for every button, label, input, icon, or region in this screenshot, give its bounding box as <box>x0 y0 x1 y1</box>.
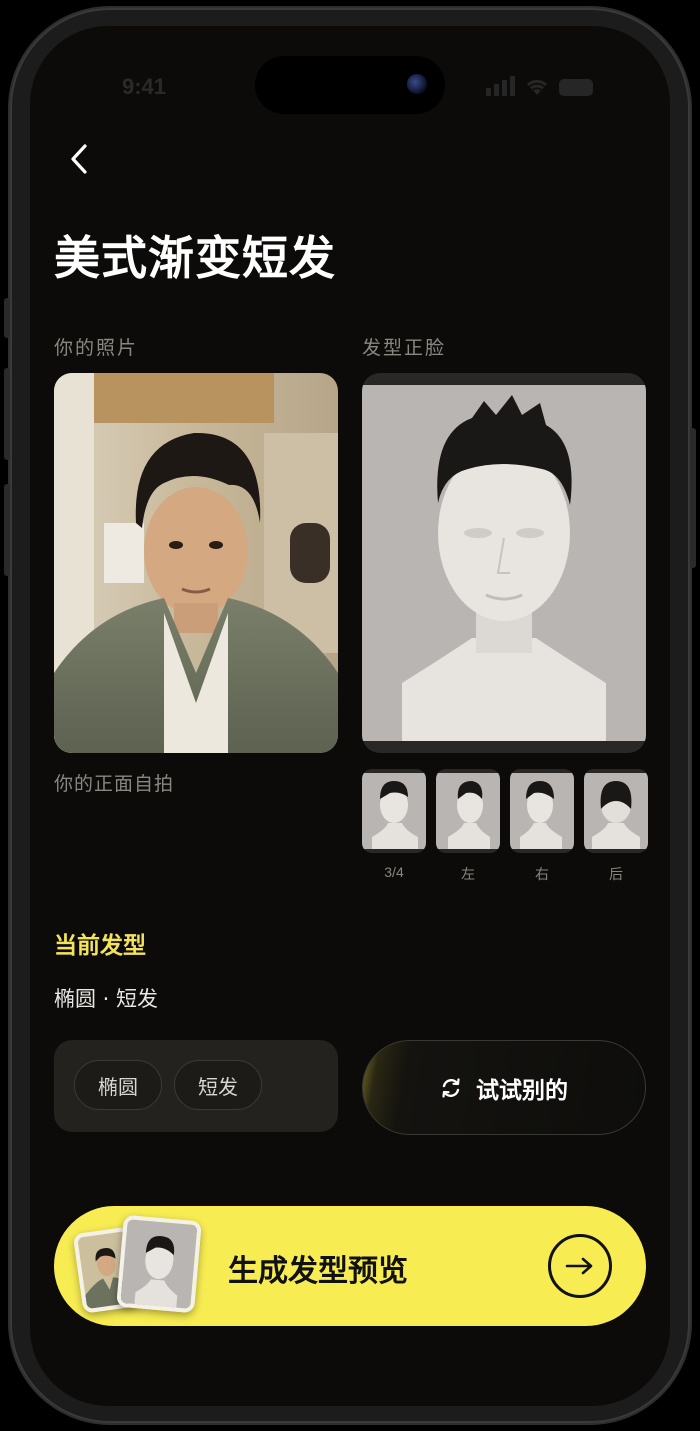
hairstyle-front-photo[interactable] <box>362 373 646 753</box>
wifi-icon <box>526 79 548 95</box>
bust-right-image <box>510 773 574 849</box>
dynamic-island <box>255 56 445 114</box>
battery-icon <box>559 79 593 96</box>
bust-three-quarter-image <box>362 773 426 849</box>
tag-face-shape[interactable]: 椭圆 <box>74 1060 162 1110</box>
back-button[interactable] <box>62 140 96 178</box>
bust-back-image <box>584 773 648 849</box>
hairstyle-front-image <box>362 385 646 741</box>
angle-label-right: 右 <box>535 866 549 882</box>
generate-preview-button[interactable]: 生成发型预览 <box>54 1206 646 1326</box>
status-time: 9:41 <box>122 74 167 99</box>
angle-thumb-left[interactable] <box>436 769 500 853</box>
hairstyle-mini-thumb <box>116 1214 202 1314</box>
your-photo-label: 你的照片 <box>54 337 139 359</box>
style-tags-panel: 椭圆 短发 <box>54 1040 338 1132</box>
angle-label-left: 左 <box>461 866 475 882</box>
angle-label-back: 后 <box>609 866 623 882</box>
angle-thumb-3-4[interactable] <box>362 769 426 853</box>
arrow-right-icon <box>548 1234 612 1298</box>
page-title: 美式渐变短发 <box>54 231 336 285</box>
hairstyle-front-label: 发型正脸 <box>362 337 447 359</box>
refresh-icon <box>442 1077 460 1098</box>
user-selfie-image <box>54 373 338 753</box>
current-style-title: 当前发型 <box>54 933 146 959</box>
chevron-left-icon <box>71 144 87 174</box>
current-style-summary: 椭圆 · 短发 <box>54 987 159 1011</box>
camera-icon <box>407 74 427 94</box>
angle-label-3-4: 3/4 <box>384 864 404 880</box>
bust-left-image <box>436 773 500 849</box>
status-icons <box>486 76 593 96</box>
angle-thumb-back[interactable] <box>584 769 648 853</box>
angle-thumb-right[interactable] <box>510 769 574 853</box>
try-another-button[interactable]: 试试别的 <box>362 1040 646 1135</box>
try-another-label: 试试别的 <box>476 1077 568 1104</box>
generate-preview-label: 生成发型预览 <box>228 1254 408 1289</box>
tag-hair-length[interactable]: 短发 <box>174 1060 262 1110</box>
signal-icon <box>486 76 515 96</box>
user-selfie-photo[interactable] <box>54 373 338 753</box>
selfie-caption: 你的正面自拍 <box>54 773 175 795</box>
